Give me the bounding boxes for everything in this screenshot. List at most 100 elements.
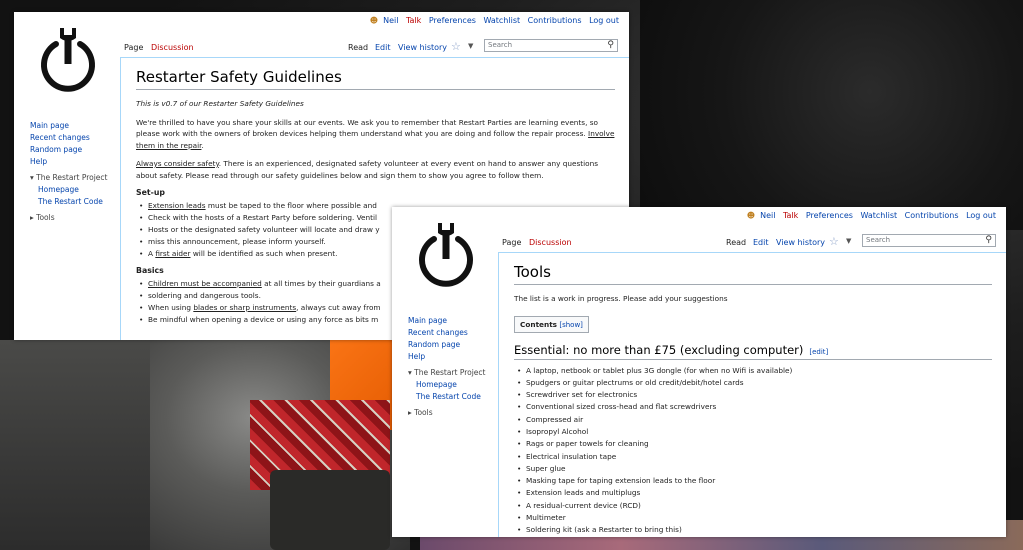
sidebar-section-tools[interactable]: ▸ Tools bbox=[30, 212, 108, 224]
sidebar-item-random-page[interactable]: Random page bbox=[408, 339, 486, 351]
tab-read[interactable]: Read bbox=[726, 238, 746, 247]
personal-tools: ☻ Neil Talk Preferences Watchlist Contrib… bbox=[370, 16, 619, 25]
sidebar-item-recent-changes[interactable]: Recent changes bbox=[408, 327, 486, 339]
item-text: will be identified as such when present. bbox=[190, 249, 338, 258]
tab-view-history[interactable]: View history bbox=[776, 238, 825, 247]
user-icon: ☻ bbox=[746, 211, 756, 220]
more-menu-chevron-down-icon[interactable]: ▼ bbox=[846, 237, 851, 245]
paragraph: We're thrilled to have you share your sk… bbox=[136, 117, 615, 150]
list-item: Super glue bbox=[517, 463, 992, 476]
watchlist-link[interactable]: Watchlist bbox=[860, 211, 897, 220]
list-item: Extension leads and multiplugs bbox=[517, 487, 992, 500]
list-item: Masking tape for taping extension leads … bbox=[517, 475, 992, 488]
safety-link[interactable]: Always consider safety bbox=[136, 159, 219, 168]
list-item: Rags or paper towels for cleaning bbox=[517, 438, 992, 451]
sidebar-item-help[interactable]: Help bbox=[30, 156, 108, 168]
collapse-triangle-icon: ▾ bbox=[30, 173, 34, 182]
item-link[interactable]: first aider bbox=[155, 249, 190, 258]
sidebar-item-recent-changes[interactable]: Recent changes bbox=[30, 132, 108, 144]
watch-star-icon[interactable]: ☆ bbox=[451, 40, 461, 53]
contributions-link[interactable]: Contributions bbox=[905, 211, 959, 220]
tab-discussion[interactable]: Discussion bbox=[529, 238, 572, 247]
search-icon[interactable]: ⚲ bbox=[985, 235, 992, 245]
sidebar-item-homepage[interactable]: Homepage bbox=[30, 184, 108, 196]
tab-bar: Page Discussion Read Edit View history ☆… bbox=[498, 233, 998, 251]
sidebar-section-label: The Restart Project bbox=[414, 368, 486, 377]
talk-link[interactable]: Talk bbox=[783, 211, 798, 220]
logout-link[interactable]: Log out bbox=[589, 16, 619, 25]
user-link[interactable]: Neil bbox=[760, 211, 775, 220]
sidebar-item-help[interactable]: Help bbox=[408, 351, 486, 363]
search-placeholder: Search bbox=[866, 236, 891, 244]
item-text: Check with the hosts of a Restart Party … bbox=[148, 213, 378, 222]
restart-logo-icon[interactable] bbox=[412, 219, 480, 287]
item-link[interactable]: blades or sharp instruments bbox=[193, 303, 296, 312]
restart-logo-icon[interactable] bbox=[34, 24, 102, 92]
article-content: Tools The list is a work in progress. Pl… bbox=[498, 252, 1006, 537]
intro-text: This is v0.7 of our Restarter Safety Gui… bbox=[136, 99, 304, 108]
user-link[interactable]: Neil bbox=[383, 16, 398, 25]
item-link[interactable]: Extension leads bbox=[148, 201, 206, 210]
tab-discussion[interactable]: Discussion bbox=[151, 43, 194, 52]
item-text: soldering and dangerous tools. bbox=[148, 291, 261, 300]
list-item: A laptop, netbook or tablet plus 3G dong… bbox=[517, 365, 992, 378]
item-text: , always cut away from bbox=[296, 303, 381, 312]
sidebar-section-label: Tools bbox=[414, 408, 433, 417]
section-title: Essential: no more than £75 (excluding c… bbox=[514, 342, 804, 357]
wiki-window-tools: ☻ Neil Talk Preferences Watchlist Contrib… bbox=[392, 207, 1006, 537]
sidebar-section-restart-project[interactable]: ▾ The Restart Project bbox=[30, 172, 108, 184]
contributions-link[interactable]: Contributions bbox=[528, 16, 582, 25]
sidebar-item-main-page[interactable]: Main page bbox=[408, 315, 486, 327]
preferences-link[interactable]: Preferences bbox=[806, 211, 853, 220]
search-input[interactable]: Search ⚲ bbox=[484, 39, 618, 52]
sidebar-nav: Main page Recent changes Random page Hel… bbox=[408, 315, 486, 419]
tab-page[interactable]: Page bbox=[502, 238, 521, 247]
tab-edit[interactable]: Edit bbox=[753, 238, 769, 247]
watch-star-icon[interactable]: ☆ bbox=[829, 235, 839, 248]
list-item: Multimeter bbox=[517, 512, 992, 525]
more-menu-chevron-down-icon[interactable]: ▼ bbox=[468, 42, 473, 50]
paragraph: Always consider safety. There is an expe… bbox=[136, 159, 599, 180]
tab-page[interactable]: Page bbox=[124, 43, 143, 52]
section-heading-setup: Set-up bbox=[136, 188, 165, 197]
tab-read[interactable]: Read bbox=[348, 43, 368, 52]
sidebar-item-main-page[interactable]: Main page bbox=[30, 120, 108, 132]
tab-bar: Page Discussion Read Edit View history ☆… bbox=[120, 38, 621, 56]
tab-edit[interactable]: Edit bbox=[375, 43, 391, 52]
preferences-link[interactable]: Preferences bbox=[429, 16, 476, 25]
sidebar-nav: Main page Recent changes Random page Hel… bbox=[30, 120, 108, 224]
paragraph-text: We're thrilled to have you share your sk… bbox=[136, 117, 599, 139]
table-of-contents: Contents [show] bbox=[514, 315, 589, 333]
list-item: Isopropyl Alcohol bbox=[517, 426, 992, 439]
sidebar-section-label: The Restart Project bbox=[36, 173, 108, 182]
list-item: Electrical insulation tape bbox=[517, 451, 992, 464]
section-edit-link[interactable]: [edit] bbox=[809, 348, 828, 356]
sidebar-section-label: Tools bbox=[36, 213, 55, 222]
item-text: must be taped to the floor where possibl… bbox=[205, 201, 377, 210]
sidebar-section-tools[interactable]: ▸ Tools bbox=[408, 407, 486, 419]
item-text: at all times by their guardians a bbox=[261, 279, 381, 288]
section-heading-essential: Essential: no more than £75 (excluding c… bbox=[514, 343, 992, 360]
toc-label: Contents bbox=[520, 319, 558, 329]
expand-triangle-icon: ▸ bbox=[408, 408, 412, 417]
tab-view-history[interactable]: View history bbox=[398, 43, 447, 52]
list-item: Soldering kit (ask a Restarter to bring … bbox=[517, 524, 992, 537]
sidebar-item-random-page[interactable]: Random page bbox=[30, 144, 108, 156]
list-item: Spudgers or guitar plectrums or old cred… bbox=[517, 377, 992, 390]
background-multimeter bbox=[270, 470, 390, 550]
sidebar-item-restart-code[interactable]: The Restart Code bbox=[30, 196, 108, 208]
search-icon[interactable]: ⚲ bbox=[607, 40, 614, 50]
toc-show-toggle[interactable]: [show] bbox=[559, 321, 583, 329]
logout-link[interactable]: Log out bbox=[966, 211, 996, 220]
sidebar-item-restart-code[interactable]: The Restart Code bbox=[408, 391, 486, 403]
item-link[interactable]: Children must be accompanied bbox=[148, 279, 262, 288]
watchlist-link[interactable]: Watchlist bbox=[483, 16, 520, 25]
sidebar-section-restart-project[interactable]: ▾ The Restart Project bbox=[408, 367, 486, 379]
talk-link[interactable]: Talk bbox=[406, 16, 421, 25]
search-input[interactable]: Search ⚲ bbox=[862, 234, 996, 247]
collapse-triangle-icon: ▾ bbox=[408, 368, 412, 377]
user-icon: ☻ bbox=[369, 16, 379, 25]
sidebar-item-homepage[interactable]: Homepage bbox=[408, 379, 486, 391]
expand-triangle-icon: ▸ bbox=[30, 213, 34, 222]
background-hair bbox=[640, 0, 1023, 230]
